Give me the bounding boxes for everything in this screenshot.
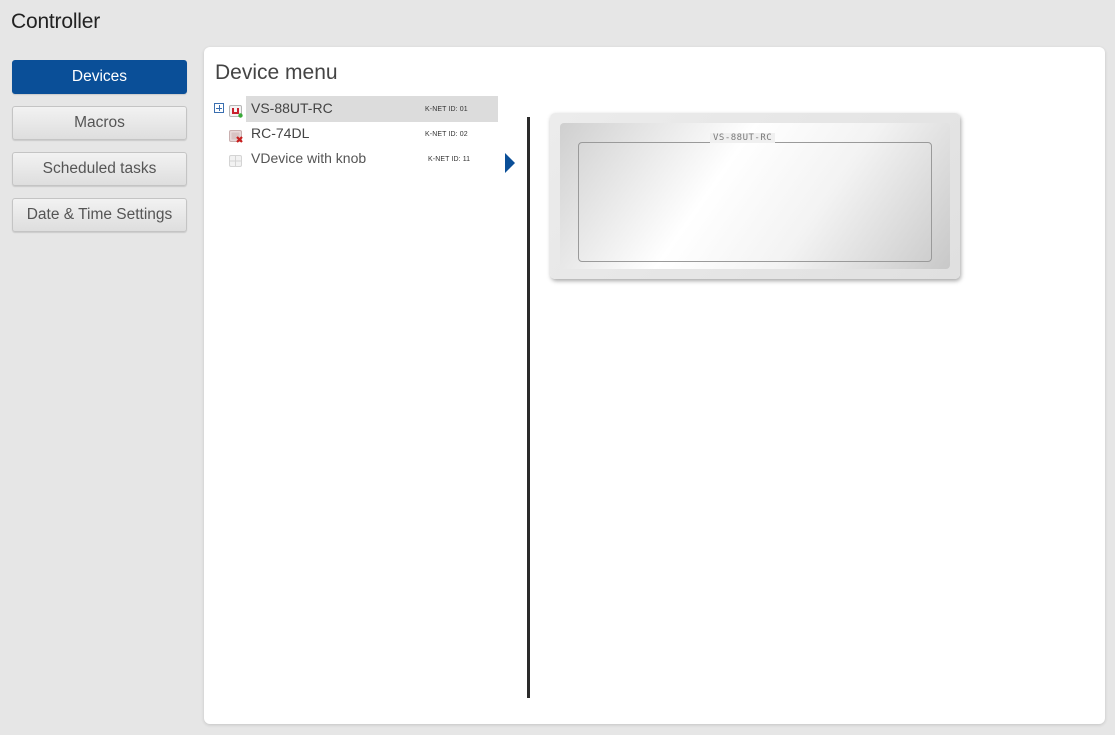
device-preview-label: VS-88UT-RC xyxy=(710,133,776,143)
expand-icon[interactable] xyxy=(214,103,224,113)
app-title: Controller xyxy=(11,10,101,33)
device-error-icon xyxy=(229,126,243,143)
collapse-arrow-icon[interactable] xyxy=(505,153,515,173)
knet-id: K-NET ID: 01 xyxy=(425,106,468,113)
nav-devices-button[interactable]: Devices xyxy=(12,60,187,94)
knet-id: K-NET ID: 11 xyxy=(428,156,471,163)
panel-title: Device menu xyxy=(215,61,338,84)
nav-scheduled-tasks-button[interactable]: Scheduled tasks xyxy=(12,152,187,186)
device-tree: VS-88UT-RC K-NET ID: 01 RC-74DL K-NET ID… xyxy=(214,96,499,171)
nav-date-time-settings-button[interactable]: Date & Time Settings xyxy=(12,198,187,232)
device-online-icon xyxy=(229,101,243,118)
device-tree-row[interactable]: RC-74DL K-NET ID: 02 xyxy=(214,121,499,146)
panel-divider xyxy=(527,117,530,698)
device-tree-row[interactable]: VDevice with knob K-NET ID: 11 xyxy=(214,146,499,171)
device-name: VS-88UT-RC xyxy=(251,100,333,116)
device-tree-row[interactable]: VS-88UT-RC K-NET ID: 01 xyxy=(214,96,499,122)
sidebar-nav: Devices Macros Scheduled tasks Date & Ti… xyxy=(12,60,187,244)
nav-macros-button[interactable]: Macros xyxy=(12,106,187,140)
device-virtual-icon xyxy=(229,151,243,167)
device-frame xyxy=(578,142,932,262)
device-preview-card[interactable]: VS-88UT-RC xyxy=(550,113,960,279)
knet-id: K-NET ID: 02 xyxy=(425,131,468,138)
device-name: RC-74DL xyxy=(251,125,310,141)
device-menu-panel: Device menu VS-88UT-RC K-NET ID: 01 RC-7… xyxy=(204,47,1105,724)
device-name: VDevice with knob xyxy=(251,150,367,166)
